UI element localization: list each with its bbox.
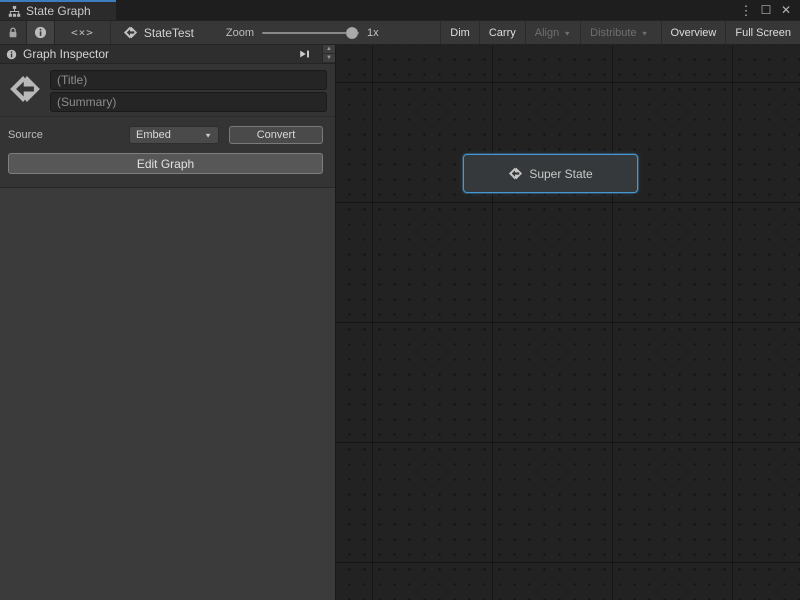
zoom-control: Zoom 1x: [204, 26, 379, 40]
graph-info-section: [0, 64, 335, 116]
dock-panel-button[interactable]: [294, 47, 314, 62]
state-graph-icon: [123, 25, 138, 40]
inspector-scrollbar: ▲ ▼: [322, 45, 335, 63]
source-dropdown[interactable]: Embed ▼: [129, 126, 219, 144]
graph-inspector-panel: Graph Inspector ▲ ▼: [0, 45, 336, 600]
tab-bar-spacer: [116, 0, 738, 20]
inspector-header: Graph Inspector ▲ ▼: [0, 45, 335, 64]
kebab-menu-icon[interactable]: ⋮: [738, 2, 754, 18]
tab-title: State Graph: [26, 4, 91, 18]
source-dropdown-value: Embed: [136, 129, 204, 141]
breadcrumb[interactable]: StateTest: [111, 25, 204, 40]
inspector-title: Graph Inspector: [23, 47, 288, 61]
graph-source-section: Source Embed ▼ Convert Edit Graph: [0, 116, 335, 188]
scroll-up-button[interactable]: ▲: [323, 45, 335, 54]
state-graph-icon: [508, 166, 523, 181]
super-state-node[interactable]: Super State: [463, 154, 638, 193]
zoom-slider-handle[interactable]: [346, 27, 358, 39]
code-angle-x-icon: <×>: [71, 26, 94, 39]
overview-button[interactable]: Overview: [661, 21, 726, 44]
distribute-button: Distribute ▼: [580, 21, 657, 44]
full-screen-button[interactable]: Full Screen: [725, 21, 800, 44]
state-graph-window: State Graph ⋮ ☐ ✕: [0, 0, 800, 600]
variables-toggle-button[interactable]: <×>: [55, 21, 110, 44]
zoom-slider-track: [262, 32, 359, 34]
graph-summary-input[interactable]: [50, 92, 327, 112]
convert-button[interactable]: Convert: [229, 126, 323, 144]
graph-canvas[interactable]: Super State: [336, 45, 800, 600]
graph-fields: [50, 70, 327, 112]
chevron-down-icon: ▼: [641, 29, 649, 36]
graph-hierarchy-icon: [8, 5, 21, 18]
scroll-down-button[interactable]: ▼: [323, 54, 335, 63]
source-label: Source: [8, 129, 129, 141]
dock-right-icon: [298, 48, 311, 60]
inspector-empty-area: [0, 188, 335, 600]
align-button: Align ▼: [525, 21, 580, 44]
carry-button[interactable]: Carry: [479, 21, 525, 44]
graph-toolbar: <×> StateTest Zoom 1x: [0, 20, 800, 45]
close-icon[interactable]: ✕: [778, 2, 794, 18]
scroll-up-icon: ▲: [326, 46, 332, 52]
dim-button[interactable]: Dim: [440, 21, 479, 44]
info-icon: [6, 49, 17, 60]
tab-bar: State Graph ⋮ ☐ ✕: [0, 0, 800, 20]
node-label: Super State: [529, 167, 592, 181]
state-graph-icon: [8, 72, 42, 106]
lock-icon: [7, 26, 19, 39]
main-area: Graph Inspector ▲ ▼: [0, 45, 800, 600]
zoom-slider[interactable]: [262, 26, 359, 40]
info-icon: [34, 26, 47, 39]
edit-graph-button[interactable]: Edit Graph: [8, 153, 323, 174]
window-controls: ⋮ ☐ ✕: [738, 0, 800, 20]
graph-inspector-toggle-button[interactable]: [26, 21, 55, 44]
graph-title-input[interactable]: [50, 70, 327, 90]
zoom-label: Zoom: [226, 27, 254, 39]
tab-state-graph[interactable]: State Graph: [0, 0, 116, 20]
chevron-down-icon: ▼: [563, 29, 571, 36]
chevron-down-icon: ▼: [204, 131, 212, 138]
zoom-value: 1x: [367, 27, 379, 39]
toolbar-right-group: Dim Carry Align ▼ Distribute ▼ Overview …: [440, 21, 800, 44]
scroll-down-icon: ▼: [326, 55, 332, 61]
breadcrumb-label: StateTest: [144, 26, 194, 40]
maximize-icon[interactable]: ☐: [758, 2, 774, 18]
toolbar-spacer: [379, 21, 441, 44]
lock-button[interactable]: [0, 21, 26, 44]
